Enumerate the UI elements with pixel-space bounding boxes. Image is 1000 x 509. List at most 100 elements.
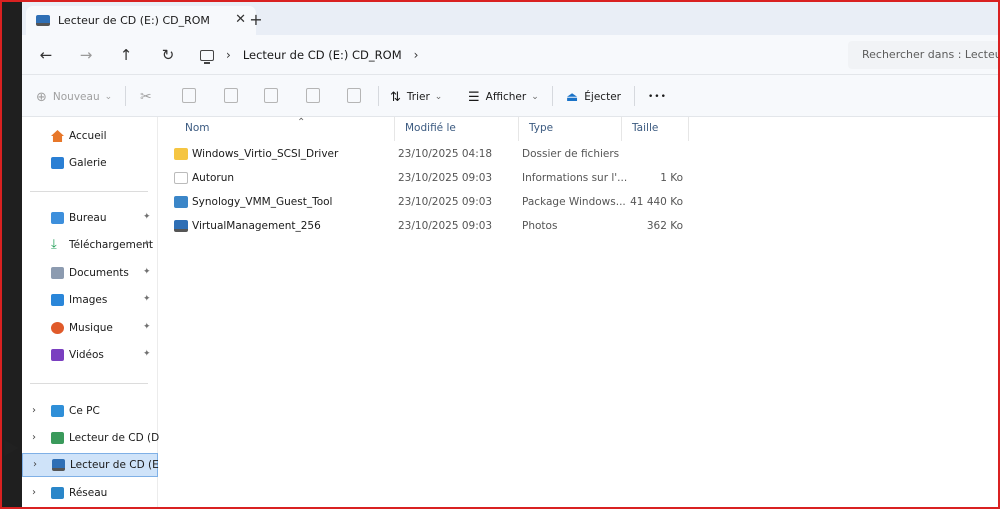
table-row[interactable]: Autorun 23/10/2025 09:03 Informations su…: [159, 167, 699, 191]
file-type: Package Windows...: [522, 196, 626, 208]
file-name: Synology_VMM_Guest_Tool: [192, 196, 333, 208]
copy-icon[interactable]: [182, 88, 196, 103]
chevron-down-icon: ⌄: [434, 92, 443, 102]
file-modified: 23/10/2025 09:03: [398, 172, 493, 184]
divider: [125, 86, 126, 106]
videos-icon: [51, 349, 64, 361]
forward-button[interactable]: →: [74, 44, 98, 66]
sidebar-item-music[interactable]: Musique ✦: [22, 317, 158, 341]
folder-icon: [174, 148, 188, 160]
sidebar-divider: [30, 191, 148, 192]
plus-circle-icon: ⊕: [36, 89, 47, 105]
eject-label: Éjecter: [584, 91, 621, 103]
paste-icon[interactable]: [224, 88, 238, 103]
column-header-size[interactable]: Taille: [622, 117, 689, 141]
table-row[interactable]: Windows_Virtio_SCSI_Driver 23/10/2025 04…: [159, 143, 699, 167]
delete-icon[interactable]: [347, 88, 361, 103]
chevron-right-icon[interactable]: ›: [32, 405, 36, 416]
search-input[interactable]: Rechercher dans : Lecteur: [848, 41, 998, 69]
settings-file-icon: [174, 172, 188, 184]
documents-icon: [51, 267, 64, 279]
chevron-right-icon[interactable]: ›: [32, 432, 36, 443]
column-header-name[interactable]: Nom ⌃: [175, 117, 395, 141]
divider: [552, 86, 553, 106]
column-header-type[interactable]: Type: [519, 117, 622, 141]
column-header-modified[interactable]: Modifié le: [395, 117, 519, 141]
file-explorer-window: Lecteur de CD (E:) CD_ROM ✕ + ← → ↑ ↻ › …: [22, 2, 998, 507]
table-row[interactable]: Synology_VMM_Guest_Tool 23/10/2025 09:03…: [159, 191, 699, 215]
network-icon: [51, 487, 64, 499]
table-row[interactable]: VirtualManagement_256 23/10/2025 09:03 P…: [159, 215, 699, 239]
desktop-edge: [2, 2, 22, 507]
file-type: Photos: [522, 220, 558, 232]
file-modified: 23/10/2025 09:03: [398, 196, 493, 208]
divider: [378, 86, 379, 106]
drive-icon: [52, 459, 65, 471]
pin-icon[interactable]: ✦: [143, 349, 151, 359]
breadcrumb-chevron-icon[interactable]: ›: [414, 48, 419, 62]
images-icon: [51, 294, 64, 306]
file-type: Dossier de fichiers: [522, 148, 620, 160]
address-bar[interactable]: › Lecteur de CD (E:) CD_ROM ›: [194, 42, 834, 68]
new-tab-button[interactable]: +: [246, 10, 266, 29]
file-name: Windows_Virtio_SCSI_Driver: [192, 148, 339, 160]
file-size: 362 Ko: [646, 220, 683, 232]
music-icon: [51, 322, 64, 334]
sidebar-item-label: Accueil: [69, 130, 107, 142]
sidebar-item-network[interactable]: › Réseau: [22, 482, 158, 506]
sidebar-item-desktop[interactable]: Bureau ✦: [22, 207, 158, 231]
sort-button[interactable]: ⇅ Trier ⌄: [390, 87, 442, 107]
installer-icon: [174, 196, 188, 208]
pin-icon[interactable]: ✦: [143, 294, 151, 304]
sidebar-divider: [30, 383, 148, 384]
sidebar-item-this-pc[interactable]: › Ce PC: [22, 400, 158, 424]
navigation-pane: Accueil Galerie Bureau ✦ ⤓ Téléchargemen…: [22, 117, 160, 507]
sidebar-item-downloads[interactable]: ⤓ Téléchargement ✦: [22, 234, 158, 258]
sidebar-item-cd-d[interactable]: › Lecteur de CD (D:) C: [22, 427, 159, 451]
pin-icon[interactable]: ✦: [143, 239, 151, 249]
file-size: 1 Ko: [660, 172, 683, 184]
sidebar-item-label: Lecteur de CD (D:) C: [69, 432, 159, 444]
navigation-bar: ← → ↑ ↻ › Lecteur de CD (E:) CD_ROM › Re…: [22, 35, 998, 75]
view-button[interactable]: ☰ Afficher ⌄: [468, 87, 539, 107]
desktop-icon: [51, 212, 64, 224]
cd-drive-icon: [51, 432, 64, 444]
close-icon[interactable]: ✕: [235, 12, 246, 27]
cut-icon[interactable]: ✂: [140, 87, 152, 107]
chevron-right-icon[interactable]: ›: [33, 459, 37, 470]
sidebar-item-images[interactable]: Images ✦: [22, 289, 158, 313]
file-modified: 23/10/2025 09:03: [398, 220, 493, 232]
breadcrumb-cd-rom[interactable]: Lecteur de CD (E:) CD_ROM: [243, 48, 402, 62]
sidebar-item-documents[interactable]: Documents ✦: [22, 262, 158, 286]
divider: [634, 86, 635, 106]
chevron-down-icon: ⌄: [104, 92, 113, 102]
sidebar-item-label: Lecteur de CD (E:) C: [70, 459, 160, 471]
sidebar-item-videos[interactable]: Vidéos ✦: [22, 344, 158, 368]
command-bar: ⊕ Nouveau ⌄ ✂ ⇅ Trier ⌄ ☰ Afficher ⌄ ⏏ É…: [22, 75, 998, 117]
chevron-right-icon[interactable]: ›: [32, 487, 36, 498]
share-icon[interactable]: [306, 88, 320, 103]
tab-cd-rom[interactable]: Lecteur de CD (E:) CD_ROM ✕: [26, 6, 256, 35]
computer-icon: [51, 405, 64, 417]
drive-icon: [36, 15, 50, 26]
download-icon: ⤓: [51, 237, 57, 252]
sidebar-item-gallery[interactable]: Galerie: [22, 152, 158, 176]
more-options-button[interactable]: •••: [648, 87, 667, 107]
refresh-button[interactable]: ↻: [156, 44, 180, 66]
new-button[interactable]: ⊕ Nouveau ⌄: [36, 87, 112, 107]
rename-icon[interactable]: [264, 88, 278, 103]
gallery-icon: [51, 157, 64, 169]
sidebar-item-home[interactable]: Accueil: [22, 125, 158, 149]
pin-icon[interactable]: ✦: [143, 267, 151, 277]
eject-button[interactable]: ⏏ Éjecter: [566, 87, 621, 107]
file-size: 41 440 Ko: [630, 196, 683, 208]
pin-icon[interactable]: ✦: [143, 322, 151, 332]
pin-icon[interactable]: ✦: [143, 212, 151, 222]
view-label: Afficher: [485, 91, 527, 103]
sort-ascending-icon: ⌃: [297, 117, 306, 128]
up-button[interactable]: ↑: [114, 44, 138, 66]
back-button[interactable]: ←: [34, 44, 58, 66]
sidebar-item-cd-e[interactable]: › Lecteur de CD (E:) C: [22, 453, 160, 477]
file-modified: 23/10/2025 04:18: [398, 148, 493, 160]
breadcrumb-separator: ›: [226, 48, 231, 62]
